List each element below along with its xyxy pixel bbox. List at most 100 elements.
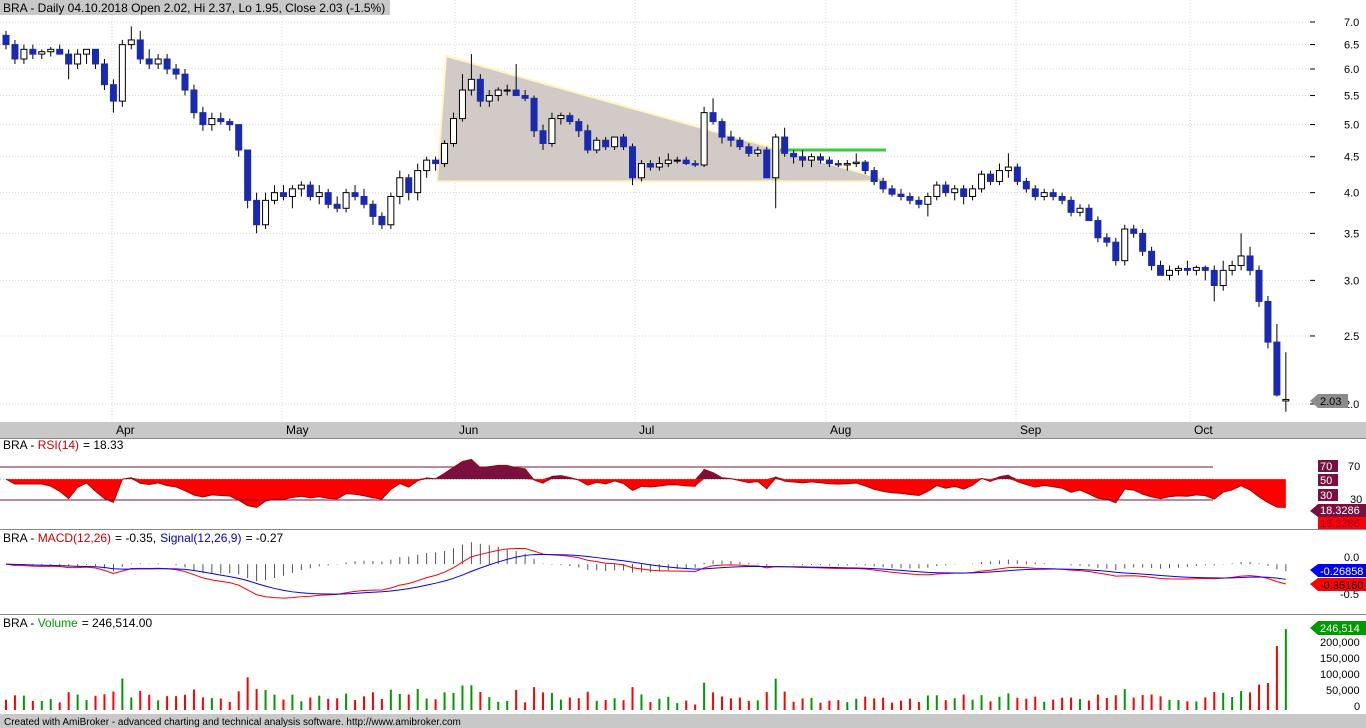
svg-text:30: 30 (1320, 490, 1332, 502)
candle-body (987, 173, 994, 182)
price-tick-label: 4.5 (1344, 152, 1359, 164)
svg-text:70: 70 (1348, 461, 1360, 473)
last-price-badge: 2.03 (1310, 394, 1348, 408)
candle-body (754, 149, 762, 154)
price-tick-label: 6.5 (1344, 40, 1359, 52)
candle-body (476, 78, 484, 102)
candle-body (1157, 264, 1165, 276)
candle-body (611, 136, 619, 148)
candle-body (423, 159, 431, 172)
candle-body (154, 58, 162, 65)
candle-body (861, 161, 869, 172)
month-label: Jun (459, 423, 478, 437)
candle-body (181, 73, 189, 91)
candle-body (1049, 192, 1057, 197)
candle-body (163, 58, 171, 70)
candle-body (1273, 341, 1281, 396)
candle-body (74, 53, 82, 65)
candle-body (217, 118, 225, 123)
candle-body (324, 192, 332, 205)
candle-body (1282, 398, 1290, 402)
candle-body (494, 89, 502, 97)
candle-body (1040, 192, 1048, 197)
candle-body (208, 118, 216, 126)
candle-body (1148, 250, 1156, 266)
candle-body (915, 199, 923, 205)
candle-body (271, 192, 278, 201)
candle-body (1121, 228, 1129, 262)
candle-body (315, 192, 323, 197)
month-label: Jul (639, 423, 654, 437)
volume-pane[interactable]: BRA - Volume = 246,514.00 246,514 200,000… (0, 614, 1366, 713)
candle-body (906, 195, 914, 201)
footer-text: Created with AmiBroker - advanced charti… (4, 717, 461, 728)
candle-body (333, 203, 341, 209)
volume-title: BRA - Volume = 246,514.00 (3, 616, 152, 630)
candle-body (682, 159, 690, 165)
date-axis: Apr May Jun Jul Aug Sep Oct (0, 422, 1366, 438)
candle-body (1228, 264, 1236, 271)
candle-body (763, 149, 771, 179)
candle-body (852, 161, 860, 165)
candle-body (646, 163, 654, 168)
candle-body (1246, 255, 1254, 271)
candle-body (933, 184, 941, 197)
candle-body (790, 152, 798, 158)
candle-body (870, 170, 878, 182)
candle-body (978, 173, 986, 190)
month-label: Apr (116, 423, 135, 437)
candle-body (378, 215, 386, 226)
candle-body (503, 89, 511, 92)
candle-body (843, 163, 851, 166)
candle-body (235, 124, 243, 151)
candle-body (458, 89, 466, 120)
svg-text:50,000: 50,000 (1326, 685, 1360, 697)
candle-body (244, 149, 252, 201)
candle-body (1210, 269, 1218, 286)
candle-body (593, 139, 601, 151)
candle-body (1174, 267, 1182, 271)
volume-badge: 246,514 (1320, 623, 1360, 635)
candle-body (924, 195, 932, 205)
candle-body (960, 188, 968, 197)
candle-body (1219, 269, 1227, 286)
macd-histogram (14, 542, 1287, 582)
price-pane[interactable]: 7.06.56.05.55.04.54.03.53.02.52.0 BRA - … (0, 0, 1366, 422)
candle-body (1067, 199, 1075, 213)
candle-body (414, 170, 422, 194)
candle-body (1013, 166, 1021, 182)
rsi-pane[interactable]: BRA - RSI(14) = 18.33 70 50 30 70 30 18.3… (0, 438, 1366, 530)
amibroker-chart[interactable]: 7.06.56.05.55.04.54.03.53.02.52.0 BRA - … (0, 0, 1366, 728)
svg-text:18.3286: 18.3286 (1320, 518, 1360, 530)
candle-body (1166, 269, 1173, 276)
rsi-overbought-area (6, 459, 1286, 480)
candle-body (1058, 195, 1066, 201)
candle-body (1139, 232, 1147, 252)
price-tick-label: 2.5 (1344, 331, 1359, 343)
svg-text:150,000: 150,000 (1320, 653, 1360, 665)
candle-body (637, 163, 645, 179)
candle-body (655, 163, 663, 168)
macd-pane[interactable]: BRA - MACD(12,26) = -0.35, Signal(12,26,9)… (0, 529, 1366, 601)
candle-body (127, 39, 135, 46)
candle-body (1112, 241, 1120, 262)
candle-body (995, 170, 1003, 182)
candle-body (1264, 300, 1272, 343)
price-plot-area (0, 0, 1310, 422)
candle-body (808, 156, 815, 161)
svg-text:200,000: 200,000 (1320, 637, 1360, 649)
svg-text:0: 0 (1354, 701, 1360, 713)
signal-badge: -0.26858 (1320, 566, 1363, 578)
candle-body (1022, 180, 1030, 190)
candle-body (539, 130, 547, 144)
rsi-title: BRA - RSI(14) = 18.33 (3, 438, 124, 452)
candle-body (1103, 237, 1111, 243)
candle-body (92, 48, 99, 65)
svg-text:18.3286: 18.3286 (1320, 505, 1360, 517)
candle-body (485, 95, 493, 102)
candle-body (1085, 207, 1093, 222)
candle-body (199, 112, 207, 126)
candle-body (664, 159, 672, 165)
candle-body (65, 53, 73, 65)
volume-bars (5, 629, 1287, 710)
